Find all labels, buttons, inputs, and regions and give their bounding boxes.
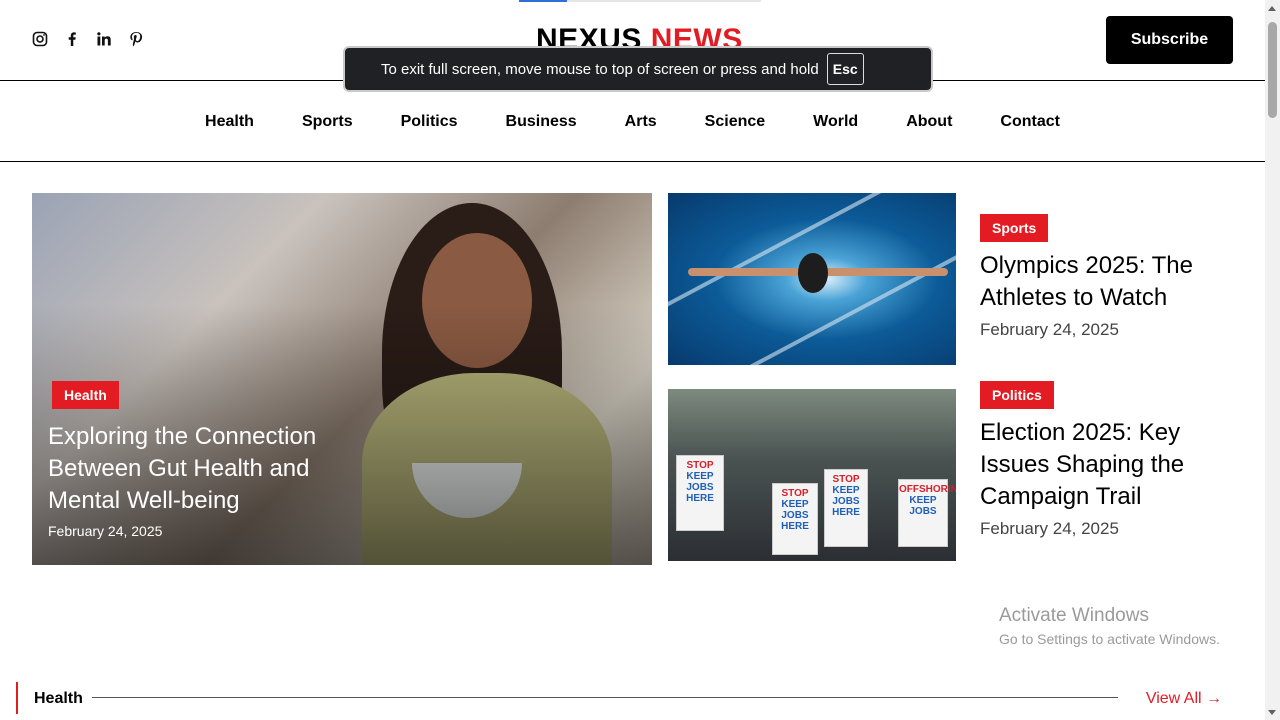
nav-item-politics[interactable]: Politics (401, 112, 458, 132)
nav-item-sports[interactable]: Sports (302, 112, 353, 132)
section-divider (92, 697, 1118, 698)
sign-text: JOBS (781, 510, 809, 521)
sign-text: KEEP (686, 471, 714, 482)
pool-lane-line (696, 233, 956, 365)
featured-article-text: Health Exploring the Connection Between … (48, 381, 378, 539)
featured-article-date: February 24, 2025 (48, 523, 163, 539)
story-title[interactable]: Olympics 2025: The Athletes to Watch (980, 250, 1240, 314)
pinterest-icon[interactable] (128, 30, 144, 48)
nav-item-arts[interactable]: Arts (625, 112, 657, 132)
sign-text: HERE (686, 493, 714, 504)
protest-sign: STOP KEEP JOBS HERE (676, 455, 724, 531)
section-header-health: Health View All → (16, 682, 1222, 714)
view-all-link[interactable]: View All → (1146, 690, 1222, 708)
category-badge[interactable]: Health (52, 381, 119, 409)
category-badge[interactable]: Politics (980, 381, 1054, 409)
sign-text: KEEP (781, 499, 809, 510)
section-accent-bar (16, 682, 18, 714)
sign-text: STOP (781, 488, 809, 499)
scroll-up-arrow-icon[interactable] (1268, 6, 1276, 11)
featured-article-title[interactable]: Exploring the Connection Between Gut Hea… (48, 421, 378, 517)
subscribe-button[interactable]: Subscribe (1106, 16, 1233, 64)
watermark-title: Activate Windows (999, 605, 1149, 626)
scrollbar-thumb[interactable] (1268, 22, 1277, 118)
story-date: February 24, 2025 (980, 519, 1119, 538)
nav-item-health[interactable]: Health (205, 112, 254, 132)
story-thumbnail-politics[interactable]: STOP KEEP JOBS HERE STOP KEEP JOBS HERE … (668, 389, 956, 561)
sign-text: JOBS (832, 496, 860, 507)
social-links (32, 30, 144, 48)
page-scrollbar[interactable] (1265, 0, 1280, 720)
instagram-icon[interactable] (32, 30, 48, 48)
facebook-icon[interactable] (64, 30, 80, 48)
protest-sign: STOP KEEP JOBS HERE (772, 483, 818, 555)
scroll-down-arrow-icon[interactable] (1268, 710, 1276, 715)
sign-text: JOBS (686, 482, 714, 493)
story-card-sports: Sports Olympics 2025: The Athletes to Wa… (980, 214, 1240, 340)
nav-item-contact[interactable]: Contact (1000, 112, 1060, 132)
sign-text: KEEP (909, 495, 937, 506)
nav-item-science[interactable]: Science (705, 112, 765, 132)
sign-text: STOP (832, 474, 860, 485)
section-title: Health (34, 690, 83, 707)
nav-item-world[interactable]: World (813, 112, 858, 132)
sign-text: HERE (781, 521, 809, 532)
sign-text: OFFSHORING (899, 484, 956, 495)
swimmer-head (798, 253, 828, 293)
windows-activation-watermark: Activate Windows Go to Settings to activ… (999, 605, 1220, 647)
sign-text: HERE (832, 507, 860, 518)
sign-text: STOP (686, 460, 714, 471)
story-date: February 24, 2025 (980, 320, 1119, 339)
sign-text: KEEP (832, 485, 860, 496)
watermark-subtitle: Go to Settings to activate Windows. (999, 631, 1220, 647)
fullscreen-notice-text: To exit full screen, move mouse to top o… (381, 60, 819, 78)
story-card-politics: Politics Election 2025: Key Issues Shapi… (980, 381, 1240, 539)
linkedin-icon[interactable] (96, 30, 112, 48)
protest-sign: STOP KEEP JOBS HERE (824, 469, 868, 547)
nav-item-business[interactable]: Business (506, 112, 577, 132)
protest-sign: OFFSHORING KEEP JOBS (898, 479, 956, 547)
story-thumbnail-sports[interactable] (668, 193, 956, 365)
story-title[interactable]: Election 2025: Key Issues Shaping the Ca… (980, 417, 1240, 513)
main-navigation: Health Sports Politics Business Arts Sci… (0, 81, 1265, 162)
sign-text: JOBS (909, 506, 937, 517)
featured-article[interactable]: Health Exploring the Connection Between … (32, 193, 652, 565)
nav-item-about[interactable]: About (906, 112, 952, 132)
category-badge[interactable]: Sports (980, 214, 1049, 242)
